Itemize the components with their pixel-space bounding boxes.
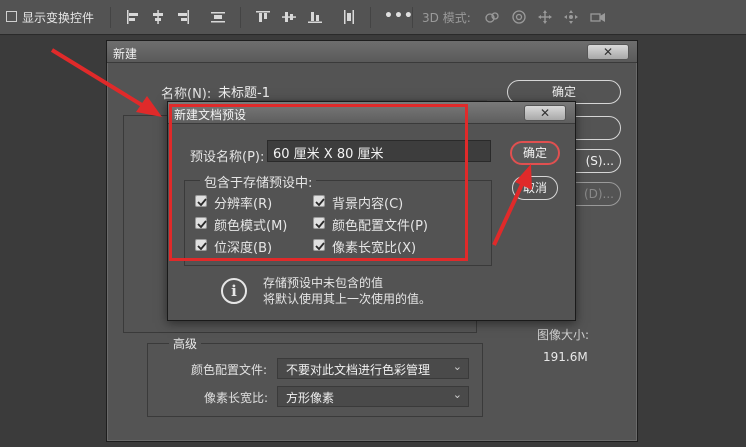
annotation-arrows [50, 48, 532, 246]
annotation-arrow-left [50, 48, 162, 117]
annotation-arrow-right [492, 164, 532, 246]
